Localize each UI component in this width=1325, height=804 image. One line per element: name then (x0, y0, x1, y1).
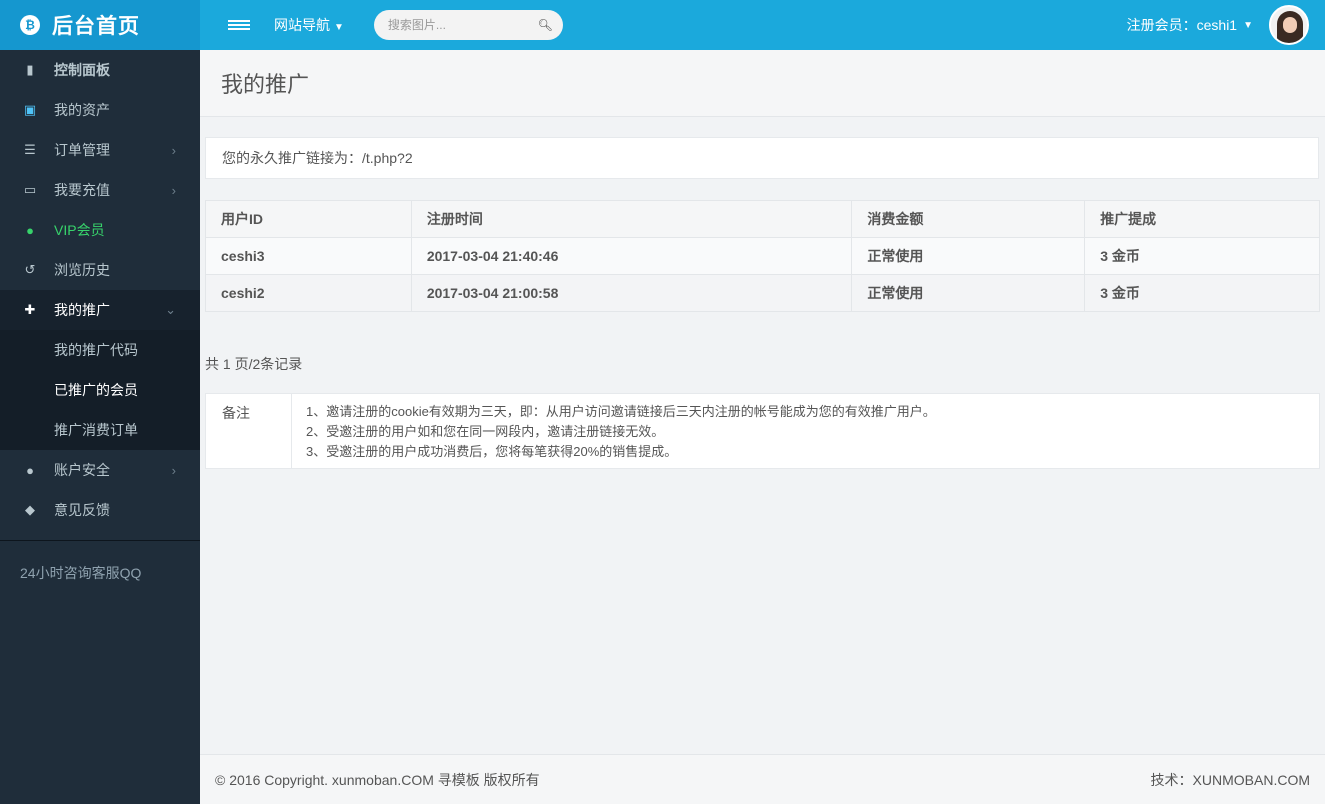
table-cell: 2017-03-04 21:40:46 (410, 237, 853, 275)
notes-panel: 备注 1、邀请注册的cookie有效期为三天，即：从用户访问邀请链接后三天内注册… (205, 393, 1320, 469)
avatar[interactable] (1269, 5, 1309, 45)
tech-credit: 技术：XUNMOBAN.COM (1150, 771, 1310, 788)
column-header: 用户ID (205, 200, 412, 238)
chevron-down-icon: ⌄ (165, 302, 176, 317)
sidebar-item-promotion[interactable]: ✚ 我的推广 ⌄ (0, 290, 200, 330)
table-cell: 3 金币 (1084, 237, 1320, 275)
sidebar-item-label: VIP会员 (54, 222, 105, 238)
promoted-members-table: 用户ID 注册时间 消费金额 推广提成 ceshi3 2017-03-04 21… (205, 200, 1320, 312)
user-icon: ● (26, 462, 34, 478)
bar-chart-icon: ▮ (26, 62, 34, 77)
column-header: 注册时间 (410, 200, 853, 238)
table-cell: 正常使用 (851, 274, 1086, 312)
sidebar-item-label: 账户安全 (54, 462, 110, 478)
sidebar-item-history[interactable]: ↺ 浏览历史 (0, 250, 200, 290)
menu-toggle-icon[interactable] (228, 18, 250, 32)
submenu-item-promo-code[interactable]: 我的推广代码 (0, 330, 200, 370)
caret-down-icon: ▼ (334, 22, 344, 33)
main-content: 我的推广 您的永久推广链接为：/t.php?2 用户ID 注册时间 消费金额 推… (200, 50, 1325, 754)
promo-link-panel: 您的永久推广链接为：/t.php?2 (205, 137, 1319, 179)
search-input[interactable] (387, 18, 538, 32)
sidebar-item-label: 订单管理 (54, 142, 110, 158)
sidebar-menu: ▮ 控制面板 ▣ 我的资产 ☰ 订单管理 › ▭ 我要充值 › ● VIP会员 … (0, 50, 200, 530)
sidebar-item-label: 浏览历史 (54, 262, 110, 278)
search-box: 🔍︎ (373, 10, 563, 40)
chevron-right-icon: › (171, 142, 176, 158)
note-line: 2、受邀注册的用户如和您在同一网段内，邀请注册链接无效。 (306, 424, 665, 439)
pagination-summary: 共 1 页/2条记录 (205, 356, 303, 372)
table-cell: 2017-03-04 21:00:58 (410, 274, 853, 312)
caret-down-icon: ▼ (1243, 19, 1253, 31)
user-menu[interactable]: 注册会员：ceshi1 ▼ (1127, 0, 1309, 50)
history-icon: ↺ (24, 262, 36, 277)
page-header: 我的推广 (200, 50, 1325, 117)
table-cell: 3 金币 (1084, 274, 1320, 312)
sidebar-item-label: 我的推广 (54, 302, 110, 318)
sidebar-item-label: 意见反馈 (54, 502, 110, 518)
table-row: ceshi2 2017-03-04 21:00:58 正常使用 3 金币 (205, 274, 1320, 312)
credit-card-icon: ▭ (23, 182, 37, 197)
submenu-item-promoted-members[interactable]: 已推广的会员 (0, 370, 200, 410)
user-icon: ● (26, 222, 34, 238)
sidebar-item-orders[interactable]: ☰ 订单管理 › (0, 130, 200, 170)
notes-lines: 1、邀请注册的cookie有效期为三天，即：从用户访问邀请链接后三天内注册的帐号… (292, 394, 936, 468)
promotion-submenu: 我的推广代码 已推广的会员 推广消费订单 (0, 330, 200, 450)
top-header: 网站导航 ▼ 🔍︎ 注册会员：ceshi1 ▼ (200, 0, 1325, 50)
chevron-right-icon: › (171, 462, 176, 478)
comment-icon: ◆ (25, 502, 35, 517)
submenu-item-promo-orders[interactable]: 推广消费订单 (0, 410, 200, 450)
page-title: 我的推广 (221, 72, 310, 97)
sidebar-item-vip[interactable]: ● VIP会员 (0, 210, 200, 250)
sidebar-item-label: 控制面板 (54, 62, 110, 78)
column-header: 推广提成 (1084, 200, 1320, 238)
list-icon: ☰ (24, 142, 36, 157)
page-footer: © 2016 Copyright. xunmoban.COM 寻模板 版权所有 … (200, 754, 1325, 804)
table-cell: 正常使用 (851, 237, 1086, 275)
customer-service-qq[interactable]: 24小时咨询客服QQ (0, 541, 200, 583)
sidebar-item-recharge[interactable]: ▭ 我要充值 › (0, 170, 200, 210)
site-nav-label: 网站导航 (274, 17, 330, 33)
sidebar-item-security[interactable]: ● 账户安全 › (0, 450, 200, 490)
column-header: 消费金额 (851, 200, 1086, 238)
note-line: 3、受邀注册的用户成功消费后，您将每笔获得20%的销售提成。 (306, 444, 678, 459)
table-cell: ceshi3 (205, 237, 412, 275)
search-icon[interactable]: 🔍︎ (538, 18, 553, 32)
bitcoin-logo-icon: ₿ (20, 15, 40, 35)
brand-title: 后台首页 (52, 15, 140, 38)
sidebar-item-dashboard[interactable]: ▮ 控制面板 (0, 50, 200, 90)
table-cell: ceshi2 (205, 274, 412, 312)
money-icon: ▣ (23, 102, 37, 117)
users-icon: ✚ (24, 302, 36, 317)
sidebar-item-assets[interactable]: ▣ 我的资产 (0, 90, 200, 130)
note-line: 1、邀请注册的cookie有效期为三天，即：从用户访问邀请链接后三天内注册的帐号… (306, 404, 936, 419)
sidebar: ₿ 后台首页 ▮ 控制面板 ▣ 我的资产 ☰ 订单管理 › ▭ 我要充值 › ●… (0, 0, 200, 804)
site-nav-dropdown[interactable]: 网站导航 ▼ (274, 15, 344, 35)
sidebar-item-label: 我要充值 (54, 182, 110, 198)
copyright-text: © 2016 Copyright. xunmoban.COM 寻模板 版权所有 (215, 771, 540, 788)
notes-label: 备注 (206, 394, 292, 468)
table-row: ceshi3 2017-03-04 21:40:46 正常使用 3 金币 (205, 237, 1320, 275)
brand[interactable]: ₿ 后台首页 (0, 0, 200, 50)
user-label: 注册会员：ceshi1 (1126, 17, 1238, 33)
sidebar-item-feedback[interactable]: ◆ 意见反馈 (0, 490, 200, 530)
chevron-right-icon: › (171, 182, 176, 198)
sidebar-item-label: 我的资产 (54, 102, 110, 118)
table-header-row: 用户ID 注册时间 消费金额 推广提成 (205, 200, 1320, 238)
